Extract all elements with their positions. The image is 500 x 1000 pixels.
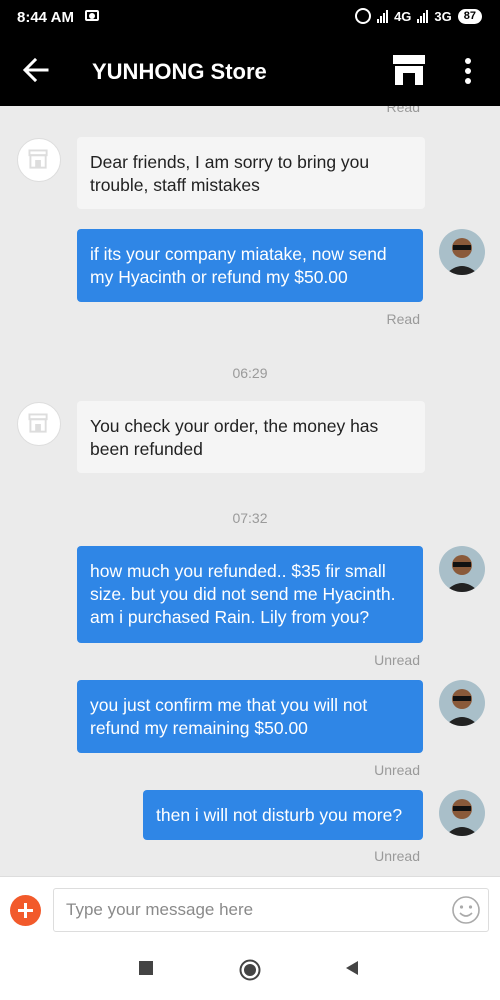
- store-avatar: [17, 402, 61, 446]
- unread-status: Unread: [374, 762, 420, 778]
- system-nav-bar: [0, 942, 500, 1000]
- read-status: Read: [386, 106, 420, 115]
- user-avatar: [439, 229, 485, 275]
- message-line: if its your company miatake, now send: [90, 244, 387, 264]
- more-vertical-icon[interactable]: [458, 56, 478, 86]
- message-line: refund my remaining $50.00: [90, 718, 308, 738]
- message-bubble-user: how much you refunded.. $35 fir small si…: [77, 546, 423, 643]
- message-input-bar: [0, 876, 500, 943]
- user-avatar: [439, 680, 485, 726]
- square-icon[interactable]: [138, 960, 154, 976]
- page-title: YUNHONG Store: [92, 59, 267, 84]
- circle-icon[interactable]: [239, 959, 261, 981]
- status-bar: 8:44 AM 4G 3G 87: [0, 0, 500, 35]
- message-bubble-user: if its your company miatake, now send my…: [77, 229, 423, 302]
- network-label-2: 3G: [434, 8, 452, 24]
- message-input[interactable]: [54, 889, 448, 931]
- message-bubble-user: then i will not disturb you more?: [143, 790, 423, 840]
- message-line: You check your order, the money has: [90, 416, 379, 436]
- message-bubble-store: Dear friends, I am sorry to bring you tr…: [77, 137, 425, 209]
- camera-icon: [85, 10, 99, 21]
- message-line: Dear friends, I am sorry to bring you: [90, 152, 370, 172]
- plus-icon[interactable]: [10, 895, 41, 926]
- message-bubble-store: You check your order, the money has been…: [77, 401, 425, 473]
- signal-icon-2: [417, 9, 429, 23]
- smiley-icon[interactable]: [451, 895, 481, 925]
- message-input-container: [53, 888, 489, 932]
- signal-icon: [377, 9, 389, 23]
- message-line: trouble, staff mistakes: [90, 175, 260, 195]
- store-icon[interactable]: [393, 55, 425, 85]
- battery-icon: 87: [457, 8, 482, 24]
- message-line: my Hyacinth or refund my $50.00: [90, 267, 348, 287]
- back-arrow-icon[interactable]: [22, 56, 50, 84]
- chat-area[interactable]: Read Dear friends, I am sorry to bring y…: [0, 106, 500, 876]
- unread-status: Unread: [374, 652, 420, 668]
- status-icons: 4G 3G 87: [355, 8, 482, 24]
- message-line: how much you refunded.. $35 fir small: [90, 561, 386, 581]
- message-line: size. but you did not send me Hyacinth.: [90, 584, 396, 604]
- message-line: am i purchased Rain. Lily from you?: [90, 607, 370, 627]
- read-status: Read: [386, 311, 420, 327]
- user-avatar: [439, 790, 485, 836]
- triangle-back-icon[interactable]: [344, 960, 360, 976]
- message-line: then i will not disturb you more?: [156, 805, 403, 825]
- message-line: been refunded: [90, 439, 203, 459]
- timestamp: 07:32: [232, 510, 268, 526]
- store-avatar: [17, 138, 61, 182]
- message-line: you just confirm me that you will not: [90, 695, 368, 715]
- app-bar: YUNHONG Store: [0, 35, 500, 106]
- alarm-icon: [355, 8, 372, 24]
- message-bubble-user: you just confirm me that you will not re…: [77, 680, 423, 753]
- network-label-1: 4G: [394, 8, 412, 24]
- timestamp: 06:29: [232, 365, 268, 381]
- user-avatar: [439, 546, 485, 592]
- unread-status: Unread: [374, 848, 420, 864]
- status-time: 8:44 AM: [17, 9, 74, 26]
